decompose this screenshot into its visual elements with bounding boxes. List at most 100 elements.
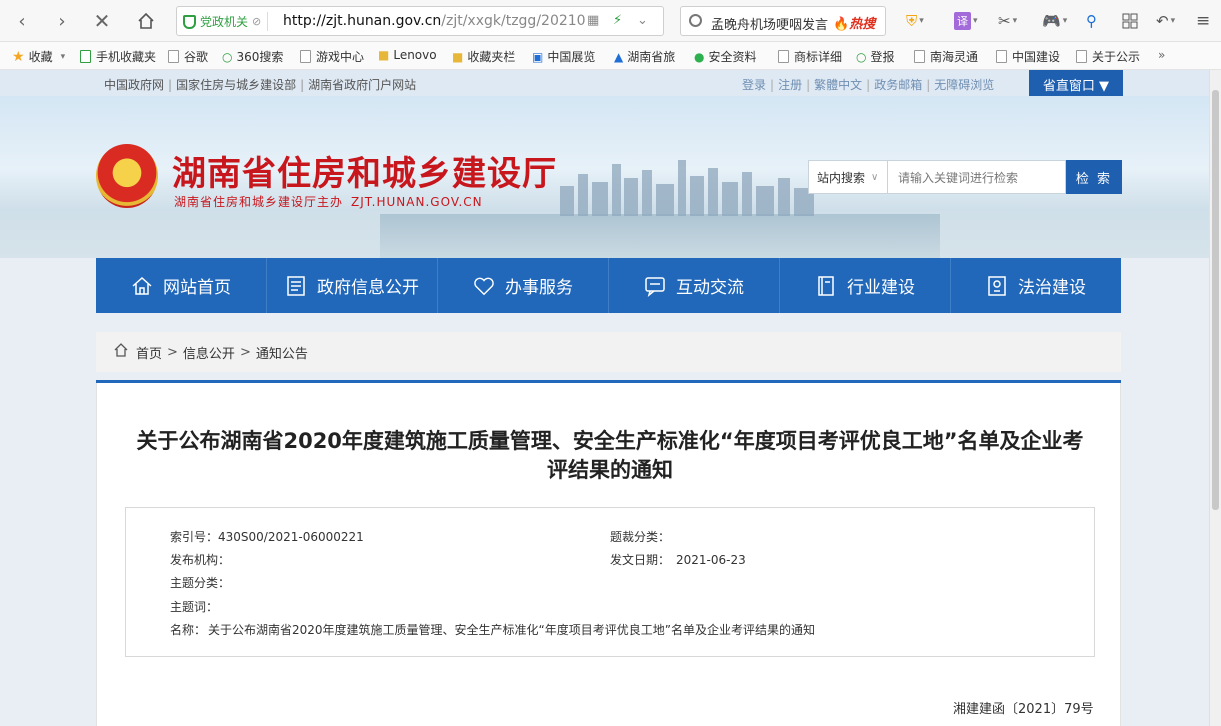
bookmark-item[interactable]: ○ 登报 xyxy=(856,48,895,65)
browser-search-box[interactable]: 孟晚舟机场哽咽发言 🔥热搜 xyxy=(680,6,886,36)
bookmark-item[interactable]: 游戏中心 xyxy=(300,48,364,65)
article-meta: 索引号：430S00/2021-06000221 题裁分类： 发布机构： 发文日… xyxy=(125,507,1095,657)
nav-gov-info[interactable]: 政府信息公开 xyxy=(267,258,438,313)
back-icon[interactable]: ‹ xyxy=(8,8,36,34)
game-icon[interactable]: 🎮 ▾ xyxy=(1042,10,1067,32)
nav-interaction[interactable]: 互动交流 xyxy=(609,258,780,313)
360-icon: ○ xyxy=(856,49,867,64)
shield-icon xyxy=(183,14,196,29)
link-ministry[interactable]: 国家住房与城乡建设部 xyxy=(176,78,296,92)
stop-loading-icon[interactable]: ✕ xyxy=(88,8,116,34)
undo-icon[interactable]: ↶ ▾ xyxy=(1156,10,1175,32)
link-province-portal[interactable]: 湖南省政府门户网站 xyxy=(308,78,416,92)
hot-search-badge[interactable]: 🔥热搜 xyxy=(833,13,875,32)
search-scope-select[interactable]: 站内搜索 ∨ xyxy=(808,160,888,194)
bookmark-item[interactable]: ■ 收藏夹栏 xyxy=(452,48,515,65)
page-icon xyxy=(300,50,311,63)
document-icon xyxy=(285,275,307,297)
breadcrumb-home[interactable]: 首页 xyxy=(136,343,162,362)
bookmark-item[interactable]: ● 安全资料 xyxy=(694,48,757,65)
meta-publisher: 发布机构： xyxy=(170,553,231,567)
more-bookmarks-button[interactable]: » xyxy=(1158,48,1165,62)
national-emblem-icon xyxy=(96,144,158,208)
page-icon xyxy=(1076,50,1087,63)
home-icon xyxy=(131,275,153,297)
chevron-down-icon: ▾ xyxy=(60,51,66,62)
search-icon xyxy=(689,14,702,27)
bookmark-item[interactable]: 手机收藏夹 xyxy=(80,48,156,65)
site-icon: ▲ xyxy=(614,49,624,64)
river-image xyxy=(380,214,940,258)
scissors-icon[interactable]: ✂ ▾ xyxy=(998,10,1017,32)
folder-icon: ■ xyxy=(378,48,390,62)
login-link[interactable]: 登录 xyxy=(742,78,766,92)
dropdown-icon[interactable]: ⌄ xyxy=(637,13,648,28)
forward-icon[interactable]: › xyxy=(48,8,76,34)
wechat-icon: ● xyxy=(694,49,705,64)
nav-home[interactable]: 网站首页 xyxy=(96,258,267,313)
bookmark-item[interactable]: ★ 收藏 ▾ xyxy=(12,48,65,65)
page-icon xyxy=(996,50,1007,63)
page-icon xyxy=(914,50,925,63)
site-search-button[interactable]: 检 索 xyxy=(1066,160,1122,194)
meta-topic: 主题分类： xyxy=(170,576,231,590)
apps-grid-icon[interactable] xyxy=(1122,10,1138,32)
link-central-gov[interactable]: 中国政府网 xyxy=(104,78,164,92)
article: 关于公布湖南省2020年度建筑施工质量管理、安全生产标准化“年度项目考评优良工地… xyxy=(96,383,1121,726)
bookmark-item[interactable]: 关于公示 xyxy=(1076,48,1140,65)
magnifier-icon[interactable]: ⚲ xyxy=(1086,10,1097,32)
site-domain: ZJT.HUNAN.GOV.CN xyxy=(351,195,483,209)
page-icon xyxy=(168,50,179,63)
translate-button[interactable]: 译 ▾ xyxy=(954,10,978,32)
site-icon: ▣ xyxy=(532,49,544,64)
document-number: 湘建建函〔2021〕79号 xyxy=(953,702,1094,717)
breadcrumb: 首页 > 信息公开 > 通知公告 xyxy=(96,332,1121,372)
speed-mode-icon[interactable]: ⚡ xyxy=(613,13,622,28)
site-search: 站内搜索 ∨ 请输入关键词进行检索 检 索 xyxy=(808,160,1122,194)
browser-toolbar: ‹ › ✕ 党政机关 ⊘ http://zjt.hunan.gov.cn/zjt… xyxy=(0,0,1221,42)
breadcrumb-info-public[interactable]: 信息公开 xyxy=(183,343,235,362)
bookmark-item[interactable]: ▲ 湖南省旅 xyxy=(614,48,675,65)
address-bar[interactable]: 党政机关 ⊘ http://zjt.hunan.gov.cn/zjt/xxgk/… xyxy=(176,6,664,36)
no-tracking-icon: ⊘ xyxy=(252,15,262,28)
bookmark-item[interactable]: 中国建设 xyxy=(996,48,1060,65)
register-link[interactable]: 注册 xyxy=(778,78,802,92)
site-search-input[interactable]: 请输入关键词进行检索 xyxy=(888,160,1066,194)
province-window-button[interactable]: 省直窗口 ▼ xyxy=(1029,70,1123,98)
article-title: 关于公布湖南省2020年度建筑施工质量管理、安全生产标准化“年度项目考评优良工地… xyxy=(136,429,1084,482)
bookmark-item[interactable]: 商标详细 xyxy=(778,48,842,65)
bookmark-item[interactable]: 谷歌 xyxy=(168,48,208,65)
bookmark-item[interactable]: ■ Lenovo xyxy=(378,48,437,62)
site-subtitle: 湖南省住房和城乡建设厅主办 ZJT.HUNAN.GOV.CN xyxy=(174,195,483,209)
360-icon: ○ xyxy=(222,49,233,64)
qr-code-icon[interactable]: ▦ xyxy=(587,13,599,28)
site-banner: 湖南省住房和城乡建设厅 湖南省住房和城乡建设厅主办 ZJT.HUNAN.GOV.C… xyxy=(0,96,1221,258)
page-icon xyxy=(778,50,789,63)
page-scrollbar[interactable] xyxy=(1209,70,1221,726)
star-icon: ★ xyxy=(12,48,25,65)
meta-name: 名称： 关于公布湖南省2020年度建筑施工质量管理、安全生产标准化“年度项目考评优… xyxy=(170,623,815,637)
nav-services[interactable]: 办事服务 xyxy=(438,258,609,313)
bookmark-item[interactable]: ▣ 中国展览 xyxy=(532,48,595,65)
scrollbar-thumb[interactable] xyxy=(1212,90,1219,510)
chat-icon xyxy=(644,275,666,297)
shield-guard-icon[interactable]: ⛨ ▾ xyxy=(906,10,924,32)
folder-icon: ■ xyxy=(452,49,464,64)
gov-site-badge[interactable]: 党政机关 ⊘ xyxy=(183,12,269,31)
meta-date: 发文日期： 2021-06-23 xyxy=(610,553,746,567)
meta-keywords: 主题词： xyxy=(170,600,219,614)
gov-mail-link[interactable]: 政务邮箱 xyxy=(874,78,922,92)
breadcrumb-notices[interactable]: 通知公告 xyxy=(256,343,308,362)
phone-icon xyxy=(80,50,91,63)
heart-icon xyxy=(473,275,495,297)
nav-industry[interactable]: 行业建设 xyxy=(780,258,951,313)
menu-icon[interactable]: ≡ xyxy=(1196,10,1210,32)
bookmark-item[interactable]: 南海灵通 xyxy=(914,48,978,65)
badge-icon xyxy=(986,275,1008,297)
home-icon[interactable] xyxy=(132,8,160,34)
url-text: http://zjt.hunan.gov.cn/zjt/xxgk/tzgg/20… xyxy=(283,13,586,29)
traditional-chinese-link[interactable]: 繁體中文 xyxy=(814,78,862,92)
nav-rule-of-law[interactable]: 法治建设 xyxy=(951,258,1121,313)
accessibility-link[interactable]: 无障碍浏览 xyxy=(934,78,994,92)
bookmark-item[interactable]: ○ 360搜索 xyxy=(222,48,283,65)
